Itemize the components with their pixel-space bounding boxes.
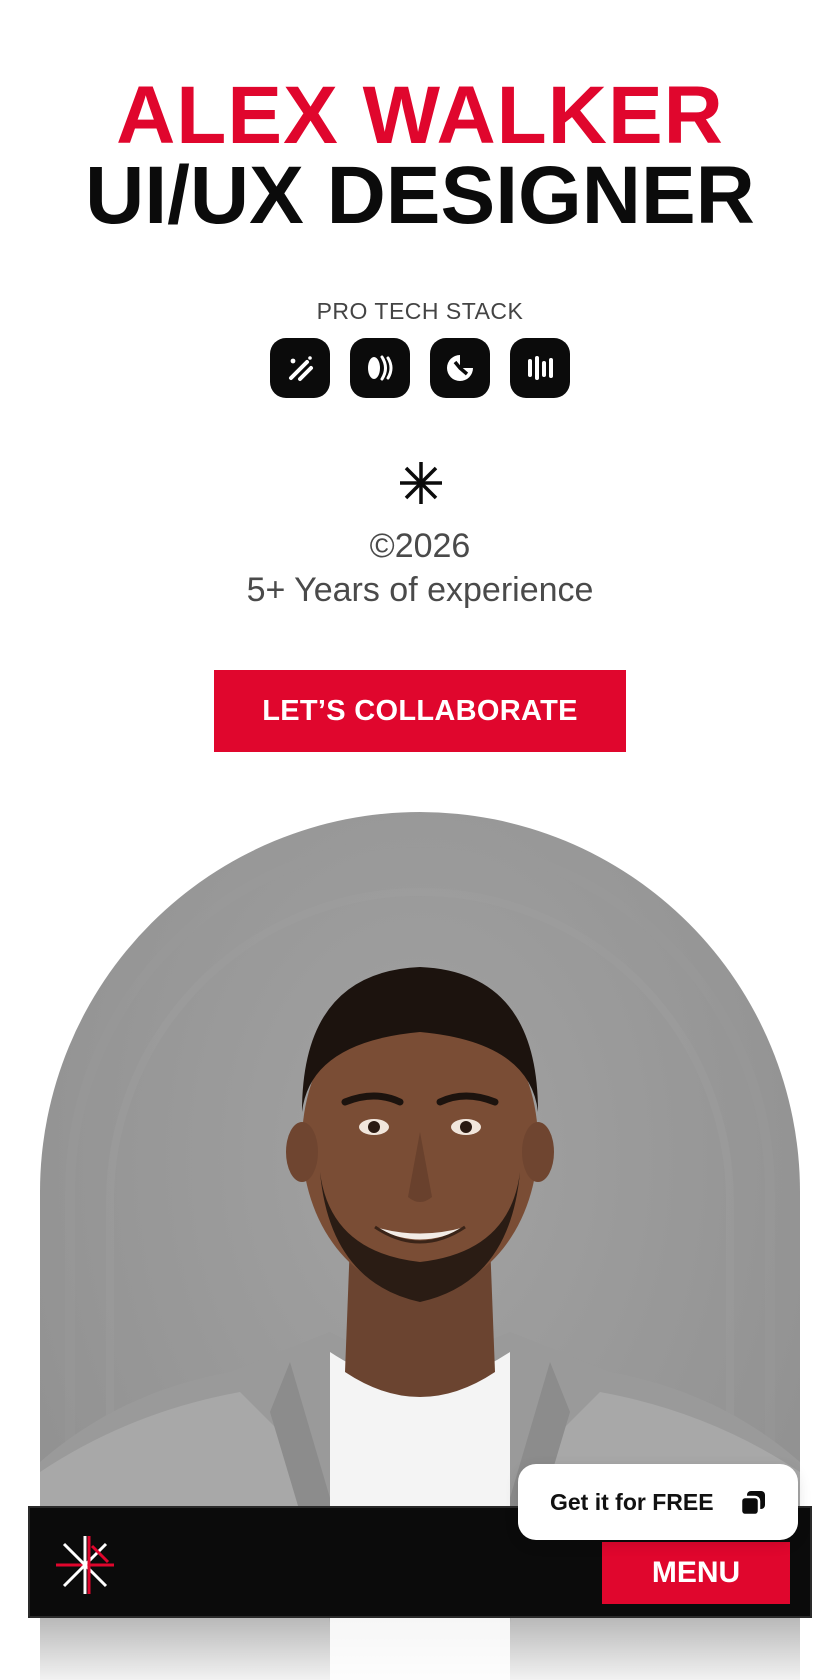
get-free-button[interactable]: Get it for FREE — [518, 1464, 798, 1540]
asterisk-icon — [400, 462, 442, 504]
hero-title: ALEX WALKER UI/UX DESIGNER — [0, 70, 840, 241]
clock-logo-icon[interactable] — [430, 338, 490, 398]
tech-stack-label: PRO TECH STACK — [316, 298, 524, 324]
copyright-year: ©2026 — [369, 527, 471, 565]
brand-logo-icon[interactable] — [52, 1532, 118, 1598]
bars-icon[interactable] — [510, 338, 570, 398]
experience-text: 5+ Years of experience — [246, 571, 594, 609]
waves-icon[interactable] — [350, 338, 410, 398]
menu-button[interactable]: MENU — [602, 1542, 790, 1604]
tech-stack-icons — [270, 338, 570, 398]
get-free-label: Get it for FREE — [550, 1488, 714, 1515]
magic-wand-icon[interactable] — [270, 338, 330, 398]
copy-icon — [739, 1491, 765, 1517]
designer-role: UI/UX DESIGNER — [85, 150, 755, 241]
collaborate-button[interactable]: LET’S COLLABORATE — [214, 670, 626, 752]
designer-name: ALEX WALKER — [116, 70, 724, 161]
